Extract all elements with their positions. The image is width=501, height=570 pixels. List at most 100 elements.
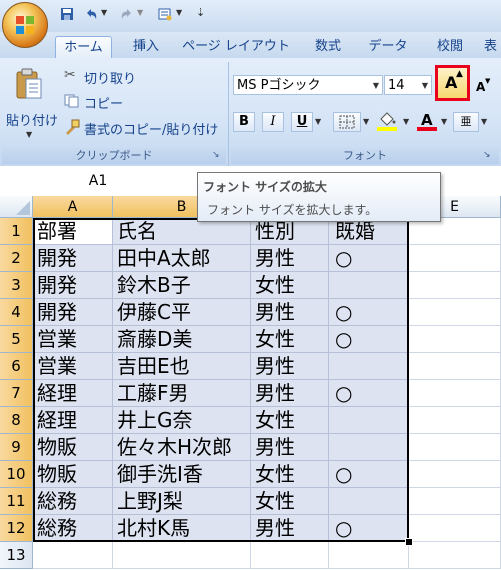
shrink-font-button[interactable]: A ▼ xyxy=(472,75,494,97)
phonetic-guide-button[interactable]: 亜 xyxy=(453,112,479,132)
format-painter-button[interactable]: 書式のコピー/貼り付け xyxy=(64,118,226,138)
row-header[interactable]: 9 xyxy=(0,434,33,461)
tab-review[interactable]: 校閲 xyxy=(422,36,478,58)
customize-qat-icon[interactable]: ⇣ xyxy=(196,6,205,19)
cell-a4[interactable]: 開発 xyxy=(33,299,113,326)
cell-e11[interactable] xyxy=(409,488,501,515)
paste-button[interactable]: 貼り付け ▼ xyxy=(4,64,58,146)
font-name-select[interactable]: MS Pゴシック ▼ xyxy=(233,75,383,95)
row-header[interactable]: 13 xyxy=(0,542,33,569)
tab-insert[interactable]: 挿入 xyxy=(118,36,174,58)
save-icon[interactable] xyxy=(60,7,74,21)
cell-e10[interactable] xyxy=(409,461,501,488)
cell-d2[interactable]: ○ xyxy=(329,245,409,272)
row-header[interactable]: 11 xyxy=(0,488,33,515)
redo-icon[interactable] xyxy=(120,7,134,21)
cell-c2[interactable]: 男性 xyxy=(251,245,329,272)
cell-e13[interactable] xyxy=(409,542,501,569)
fill-color-dropdown-icon[interactable]: ▼ xyxy=(403,117,409,126)
borders-button[interactable] xyxy=(333,112,361,132)
row-header[interactable]: 8 xyxy=(0,407,33,434)
row-header[interactable]: 6 xyxy=(0,353,33,380)
cell-a9[interactable]: 物販 xyxy=(33,434,113,461)
cell-d13[interactable] xyxy=(329,542,409,569)
tab-formulas[interactable]: 数式 xyxy=(300,36,356,58)
cell-e2[interactable] xyxy=(409,245,501,272)
cell-e7[interactable] xyxy=(409,380,501,407)
cell-c5[interactable]: 女性 xyxy=(251,326,329,353)
cell-d4[interactable]: ○ xyxy=(329,299,409,326)
cell-c13[interactable] xyxy=(251,542,329,569)
undo-icon[interactable] xyxy=(84,7,98,21)
row-header[interactable]: 3 xyxy=(0,272,33,299)
tab-data[interactable]: データ xyxy=(360,36,416,58)
cell-d3[interactable] xyxy=(329,272,409,299)
italic-button[interactable]: I xyxy=(262,112,284,132)
clipboard-dialog-launcher-icon[interactable]: ↘ xyxy=(212,150,220,160)
cell-e9[interactable] xyxy=(409,434,501,461)
row-header[interactable]: 2 xyxy=(0,245,33,272)
cell-a5[interactable]: 営業 xyxy=(33,326,113,353)
cell-c7[interactable]: 男性 xyxy=(251,380,329,407)
cell-c6[interactable]: 男性 xyxy=(251,353,329,380)
cell-b12[interactable]: 北村K馬 xyxy=(113,515,251,542)
cell-d6[interactable] xyxy=(329,353,409,380)
cell-b6[interactable]: 吉田E也 xyxy=(113,353,251,380)
phonetic-dropdown-icon[interactable]: ▼ xyxy=(481,117,487,126)
cell-b13[interactable] xyxy=(113,542,251,569)
row-header[interactable]: 12 xyxy=(0,515,33,542)
font-size-select[interactable]: 14 ▼ xyxy=(384,75,432,95)
cell-c4[interactable]: 男性 xyxy=(251,299,329,326)
cell-b3[interactable]: 鈴木B子 xyxy=(113,272,251,299)
cell-c8[interactable]: 女性 xyxy=(251,407,329,434)
grow-font-button[interactable]: A ▲ xyxy=(435,65,470,101)
cell-b7[interactable]: 工藤F男 xyxy=(113,380,251,407)
font-color-button[interactable]: A xyxy=(415,111,439,134)
row-header[interactable]: 4 xyxy=(0,299,33,326)
cell-d11[interactable] xyxy=(329,488,409,515)
cell-a7[interactable]: 経理 xyxy=(33,380,113,407)
cell-b8[interactable]: 井上G奈 xyxy=(113,407,251,434)
tab-view[interactable]: 表 xyxy=(484,36,501,58)
office-button[interactable] xyxy=(2,2,48,48)
cell-b9[interactable]: 佐々木H次郎 xyxy=(113,434,251,461)
cell-e5[interactable] xyxy=(409,326,501,353)
cell-c12[interactable]: 男性 xyxy=(251,515,329,542)
fill-color-button[interactable] xyxy=(375,112,401,134)
print-preview-icon[interactable] xyxy=(158,7,172,21)
cell-e8[interactable] xyxy=(409,407,501,434)
print-dropdown-icon[interactable]: ▼ xyxy=(176,8,182,17)
cell-a13[interactable] xyxy=(33,542,113,569)
cell-b5[interactable]: 斎藤D美 xyxy=(113,326,251,353)
cell-d5[interactable]: ○ xyxy=(329,326,409,353)
cell-c10[interactable]: 女性 xyxy=(251,461,329,488)
underline-button[interactable]: U xyxy=(291,112,313,132)
column-header-a[interactable]: A xyxy=(33,196,113,218)
name-box[interactable]: A1 xyxy=(0,170,196,192)
fill-handle[interactable] xyxy=(405,538,413,546)
cell-a3[interactable]: 開発 xyxy=(33,272,113,299)
cell-b2[interactable]: 田中A太郎 xyxy=(113,245,251,272)
tab-home[interactable]: ホーム xyxy=(55,36,112,60)
cell-a2[interactable]: 開発 xyxy=(33,245,113,272)
tab-page-layout[interactable]: ページ レイアウト xyxy=(180,36,292,58)
cell-e1[interactable] xyxy=(409,218,501,245)
cell-a12[interactable]: 総務 xyxy=(33,515,113,542)
cell-d1[interactable]: 既婚 xyxy=(329,218,409,245)
cell-a1[interactable]: 部署 xyxy=(33,218,113,245)
redo-dropdown-icon[interactable]: ▼ xyxy=(137,8,143,17)
cell-b10[interactable]: 御手洗I香 xyxy=(113,461,251,488)
cell-c9[interactable]: 男性 xyxy=(251,434,329,461)
row-header[interactable]: 1 xyxy=(0,218,33,245)
cell-c1[interactable]: 性別 xyxy=(251,218,329,245)
font-dialog-launcher-icon[interactable]: ↘ xyxy=(483,150,491,160)
cell-c3[interactable]: 女性 xyxy=(251,272,329,299)
cell-d12[interactable]: ○ xyxy=(329,515,409,542)
cell-b1[interactable]: 氏名 xyxy=(113,218,251,245)
cell-d7[interactable]: ○ xyxy=(329,380,409,407)
row-header[interactable]: 10 xyxy=(0,461,33,488)
row-header[interactable]: 5 xyxy=(0,326,33,353)
cell-b11[interactable]: 上野J梨 xyxy=(113,488,251,515)
cell-d10[interactable]: ○ xyxy=(329,461,409,488)
cell-a6[interactable]: 営業 xyxy=(33,353,113,380)
